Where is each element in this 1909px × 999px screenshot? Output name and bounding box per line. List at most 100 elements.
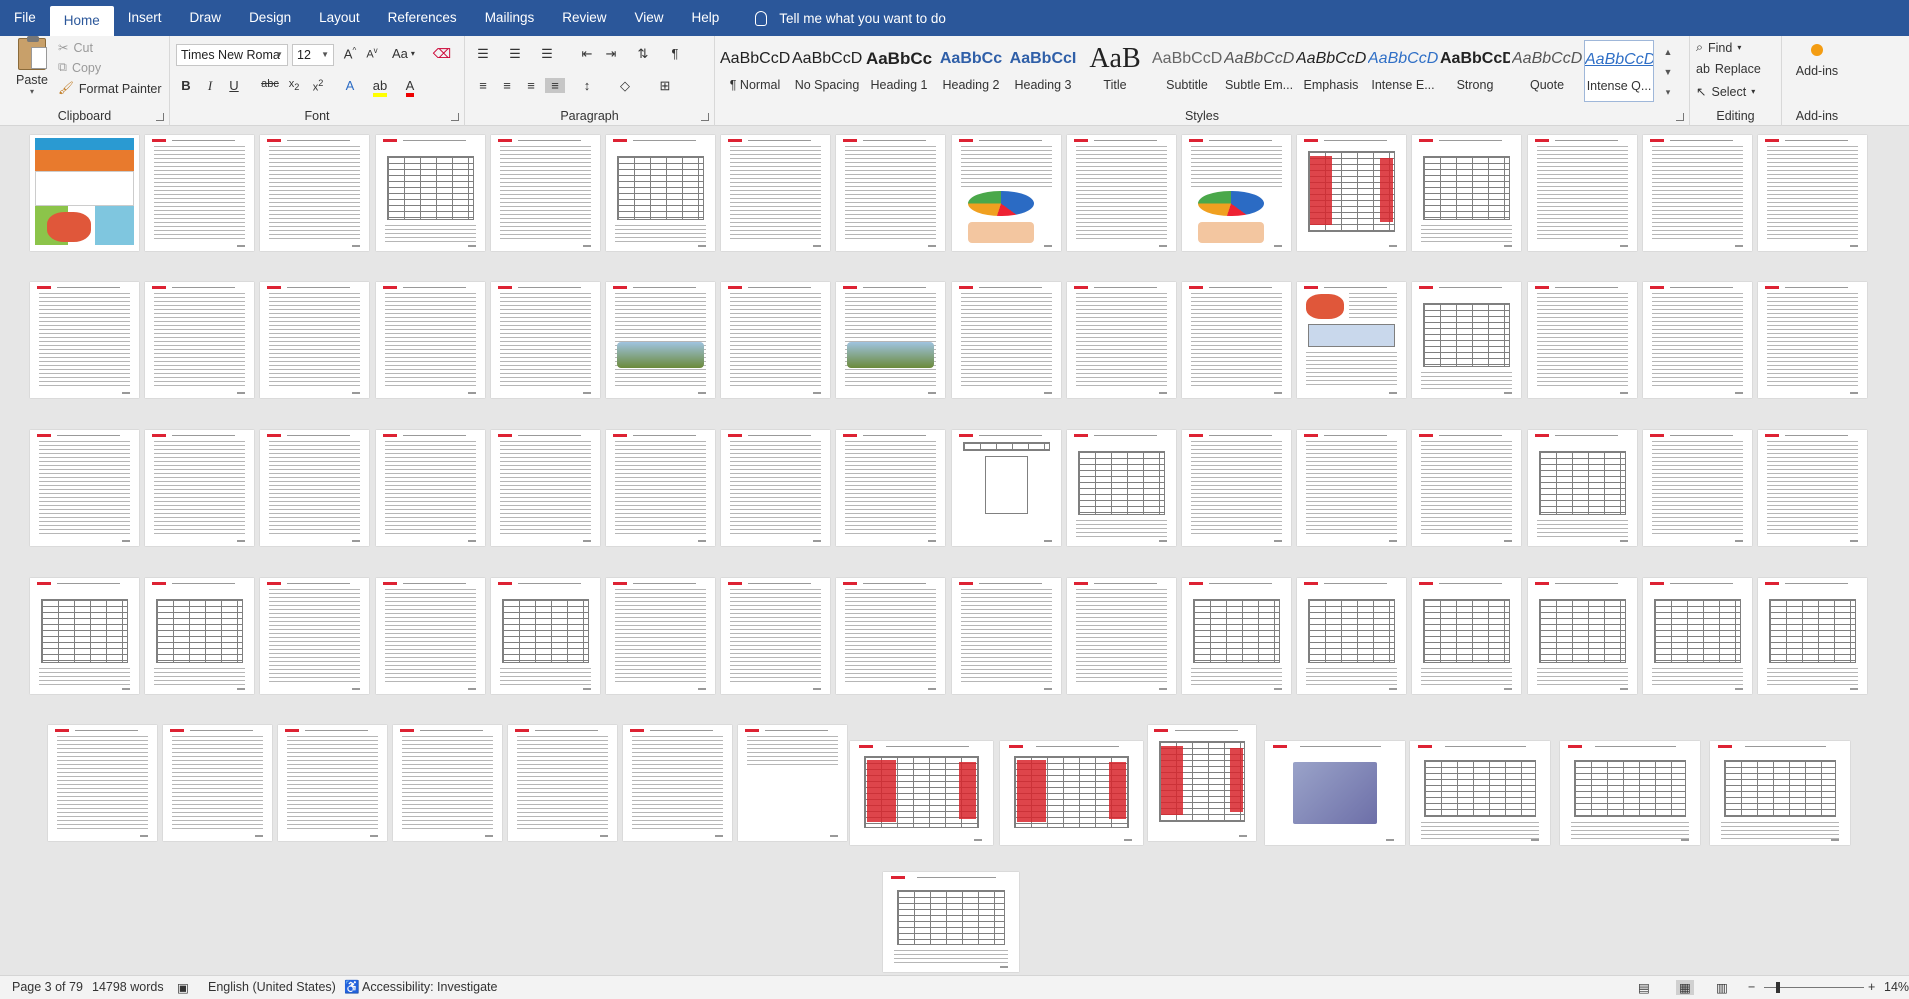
style-intense-quote[interactable]: AaBbCcDc Intense Q...: [1584, 40, 1654, 102]
select-button[interactable]: ↖ Select ▾: [1696, 84, 1755, 100]
page-thumbnail[interactable]: [836, 430, 945, 546]
bold-button[interactable]: B: [176, 78, 196, 93]
zoom-out-icon[interactable]: −: [1748, 980, 1755, 994]
page-thumbnail[interactable]: [883, 872, 1019, 972]
addins-button[interactable]: Add-ins: [1788, 44, 1846, 78]
page-thumbnail[interactable]: [1297, 282, 1406, 398]
font-size-box[interactable]: 12 ▼: [292, 44, 334, 66]
style-heading-3[interactable]: AaBbCcI Heading 3: [1008, 40, 1078, 102]
font-color-button[interactable]: A: [400, 78, 420, 97]
sort-icon[interactable]: ⇅: [633, 46, 653, 62]
superscript-button[interactable]: x2: [308, 78, 328, 94]
page-thumbnail[interactable]: [1410, 741, 1550, 845]
tab-home[interactable]: Home: [49, 6, 114, 36]
line-spacing-icon[interactable]: ↕: [577, 78, 597, 93]
page-thumbnail[interactable]: [1148, 725, 1256, 841]
tab-design[interactable]: Design: [235, 0, 305, 36]
tab-help[interactable]: Help: [678, 0, 734, 36]
page-thumbnail[interactable]: [491, 135, 600, 251]
page-thumbnail[interactable]: [952, 430, 1061, 546]
font-name-box[interactable]: Times New Roma ▼: [176, 44, 288, 66]
shading-icon[interactable]: ◇: [615, 78, 635, 94]
paste-button[interactable]: Paste ▾: [14, 36, 50, 96]
page-thumbnail[interactable]: [952, 282, 1061, 398]
tab-review[interactable]: Review: [548, 0, 620, 36]
web-layout-icon[interactable]: ▥: [1716, 980, 1728, 995]
page-thumbnail[interactable]: [1067, 282, 1176, 398]
page-thumbnail[interactable]: [260, 578, 369, 694]
read-mode-icon[interactable]: ▤: [1638, 980, 1650, 995]
page-thumbnail[interactable]: [1758, 282, 1867, 398]
tab-references[interactable]: References: [374, 0, 471, 36]
page-thumbnail[interactable]: [491, 578, 600, 694]
zoom-level[interactable]: 14%: [1884, 980, 1909, 994]
page-thumbnail[interactable]: [1000, 741, 1143, 845]
page-thumbnail[interactable]: [1412, 135, 1521, 251]
page-thumbnail[interactable]: [1643, 282, 1752, 398]
accessibility-icon[interactable]: ♿: [344, 980, 360, 995]
shrink-font-button[interactable]: Av: [362, 46, 382, 61]
page-thumbnail[interactable]: [1560, 741, 1700, 845]
page-thumbnail[interactable]: [508, 725, 617, 841]
style-intense-emphasis[interactable]: AaBbCcDc Intense E...: [1368, 40, 1438, 102]
page-thumbnail[interactable]: [30, 135, 139, 251]
page-thumbnail[interactable]: [260, 135, 369, 251]
page-thumbnail[interactable]: [1182, 578, 1291, 694]
style-quote[interactable]: AaBbCcDc Quote: [1512, 40, 1582, 102]
style-emphasis[interactable]: AaBbCcDc Emphasis: [1296, 40, 1366, 102]
align-left-icon[interactable]: ≡: [473, 78, 493, 93]
page-thumbnail[interactable]: [30, 282, 139, 398]
page-thumbnail[interactable]: [721, 578, 830, 694]
document-canvas[interactable]: [0, 126, 1909, 975]
grow-font-button[interactable]: A^: [340, 46, 360, 61]
page-thumbnail[interactable]: [1758, 135, 1867, 251]
change-case-button[interactable]: Aa ▾: [392, 46, 415, 61]
page-thumbnail[interactable]: [836, 135, 945, 251]
format-painter-button[interactable]: 🖌 Format Painter: [58, 81, 162, 96]
style-heading-2[interactable]: AaBbCc Heading 2: [936, 40, 1006, 102]
page-count[interactable]: Page 3 of 79: [12, 980, 83, 994]
style-subtle-emphasis[interactable]: AaBbCcDc Subtle Em...: [1224, 40, 1294, 102]
highlight-color-button[interactable]: ab: [370, 78, 390, 97]
page-thumbnail[interactable]: [1412, 282, 1521, 398]
zoom-in-icon[interactable]: +: [1868, 980, 1875, 994]
page-thumbnail[interactable]: [721, 135, 830, 251]
paragraph-launcher-icon[interactable]: [701, 113, 709, 121]
tell-me-search[interactable]: Tell me what you want to do: [755, 10, 946, 26]
page-thumbnail[interactable]: [738, 725, 847, 841]
style-subtitle[interactable]: AaBbCcD Subtitle: [1152, 40, 1222, 102]
page-thumbnail[interactable]: [836, 578, 945, 694]
page-thumbnail[interactable]: [1528, 282, 1637, 398]
strikethrough-button[interactable]: abc: [260, 78, 280, 90]
increase-indent-icon[interactable]: ⇥: [601, 46, 621, 62]
page-thumbnail[interactable]: [376, 282, 485, 398]
style-strong[interactable]: AaBbCcDc Strong: [1440, 40, 1510, 102]
underline-button[interactable]: U: [224, 78, 244, 93]
text-effects-icon[interactable]: A: [340, 78, 360, 93]
page-thumbnail[interactable]: [491, 430, 600, 546]
page-thumbnail[interactable]: [1067, 135, 1176, 251]
page-thumbnail[interactable]: [1265, 741, 1405, 845]
page-thumbnail[interactable]: [606, 578, 715, 694]
style-title[interactable]: AaB Title: [1080, 40, 1150, 102]
italic-button[interactable]: I: [200, 78, 220, 94]
page-thumbnail[interactable]: [393, 725, 502, 841]
tab-file[interactable]: File: [0, 0, 50, 36]
styles-scroll-arrows[interactable]: ▲ ▼ ▾: [1660, 42, 1676, 102]
cut-button[interactable]: ✂ Cut: [58, 40, 93, 56]
page-thumbnail[interactable]: [1182, 430, 1291, 546]
page-thumbnail[interactable]: [260, 430, 369, 546]
tab-layout[interactable]: Layout: [305, 0, 374, 36]
page-thumbnail[interactable]: [952, 578, 1061, 694]
word-count[interactable]: 14798 words: [92, 980, 164, 994]
zoom-slider-thumb[interactable]: [1776, 982, 1780, 993]
style-normal[interactable]: AaBbCcDc ¶ Normal: [720, 40, 790, 102]
page-thumbnail[interactable]: [1710, 741, 1850, 845]
page-thumbnail[interactable]: [1528, 135, 1637, 251]
page-thumbnail[interactable]: [1297, 430, 1406, 546]
page-thumbnail[interactable]: [145, 578, 254, 694]
page-thumbnail[interactable]: [1758, 430, 1867, 546]
pilcrow-icon[interactable]: ¶: [665, 46, 685, 61]
page-thumbnail[interactable]: [1758, 578, 1867, 694]
page-thumbnail[interactable]: [376, 430, 485, 546]
